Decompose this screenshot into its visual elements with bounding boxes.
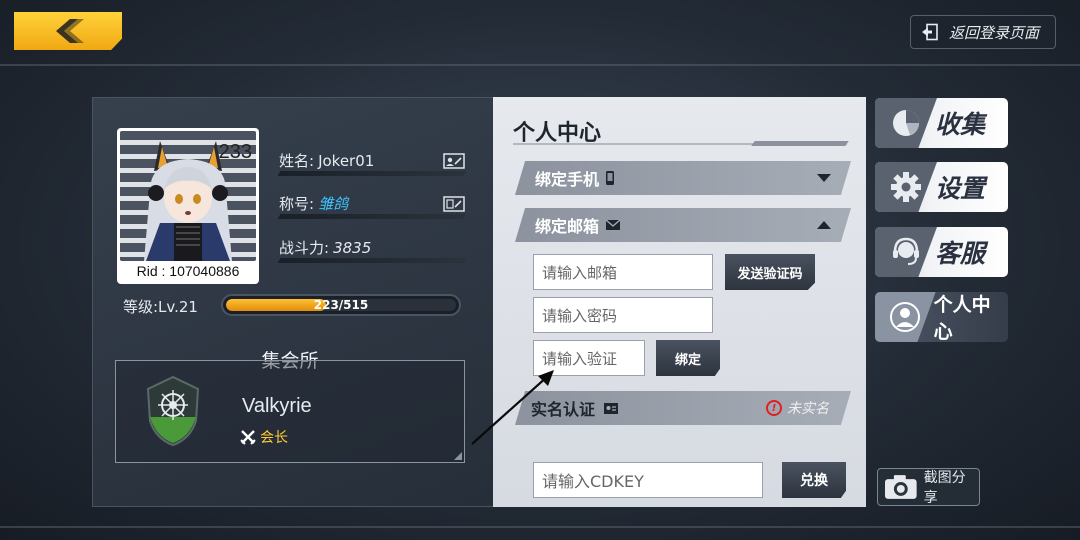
side-menu-collect[interactable]: 收集 bbox=[875, 98, 1008, 148]
avatar-image: 233 bbox=[120, 131, 256, 261]
name-underline bbox=[277, 171, 467, 176]
user-icon bbox=[890, 302, 921, 332]
guild-role: 会长 bbox=[240, 427, 288, 447]
corner-resize-icon bbox=[454, 452, 462, 460]
top-divider bbox=[0, 64, 1080, 66]
send-code-button[interactable]: 发送验证码 bbox=[725, 254, 815, 290]
bottom-divider bbox=[0, 526, 1080, 528]
title-row: 称号: 雏鸽 bbox=[279, 193, 465, 214]
return-login-label: 返回登录页面 bbox=[949, 23, 1040, 42]
level-label: 等级:Lv.21 bbox=[123, 298, 198, 316]
bind-email-label: 绑定邮箱 bbox=[535, 217, 600, 236]
name-value: Joker01 bbox=[318, 151, 375, 170]
rid-label: Rid : 107040886 bbox=[136, 263, 240, 279]
guild-emblem-icon bbox=[146, 375, 200, 447]
title-value: 雏鸽 bbox=[318, 195, 349, 213]
edit-name-icon[interactable] bbox=[443, 152, 465, 169]
title-underline bbox=[277, 214, 467, 219]
bind-email-section[interactable]: 绑定邮箱 bbox=[515, 208, 851, 242]
id-card-icon bbox=[604, 403, 619, 414]
name-label: 姓名: bbox=[279, 152, 315, 170]
chevron-up-icon bbox=[817, 221, 831, 229]
back-button[interactable] bbox=[14, 12, 122, 50]
pointer-arrow-icon bbox=[471, 370, 554, 445]
phone-icon bbox=[606, 171, 615, 185]
edit-title-icon[interactable] bbox=[443, 195, 465, 212]
power-label: 战斗力: bbox=[279, 239, 330, 257]
chevron-down-icon bbox=[817, 174, 831, 182]
title-divider-accent bbox=[751, 141, 849, 146]
side-menu-settings[interactable]: 设置 bbox=[875, 162, 1008, 212]
power-row: 战斗力: 3835 bbox=[279, 237, 465, 258]
side-menu-personal-center-label: 个人中心 bbox=[933, 294, 991, 343]
side-menu-personal-center[interactable]: 个人中心 bbox=[875, 292, 1008, 343]
cdkey-input[interactable]: 请输入CDKEY bbox=[533, 462, 763, 498]
realname-status: ! 未实名 bbox=[766, 398, 829, 418]
avatar: 233 Rid : 107040886 bbox=[117, 128, 259, 284]
power-underline bbox=[277, 258, 467, 263]
realname-status-label: 未实名 bbox=[787, 401, 829, 417]
side-menu-support-label: 客服 bbox=[935, 239, 986, 268]
bind-phone-label: 绑定手机 bbox=[535, 170, 600, 189]
bind-button[interactable]: 绑定 bbox=[656, 340, 720, 376]
gear-icon bbox=[891, 172, 921, 202]
name-row: 姓名: Joker01 bbox=[279, 150, 465, 171]
title-label: 称号: bbox=[279, 195, 315, 213]
email-input[interactable]: 请输入邮箱 bbox=[533, 254, 713, 290]
profile-panel: 233 Rid : 107040886 姓名: Joker01 称号: 雏鸽 战… bbox=[92, 97, 494, 507]
side-menu-collect-label: 收集 bbox=[935, 110, 986, 139]
chevron-left-icon bbox=[56, 19, 84, 43]
crossed-swords-icon bbox=[240, 430, 256, 445]
exp-progress-bar: 223/515 bbox=[221, 294, 461, 316]
exp-text: 223/515 bbox=[313, 299, 369, 311]
password-input[interactable]: 请输入密码 bbox=[533, 297, 713, 333]
guild-role-label: 会长 bbox=[260, 430, 288, 446]
redeem-button[interactable]: 兑换 bbox=[782, 462, 846, 498]
pie-chart-icon bbox=[893, 110, 919, 136]
return-login-button[interactable]: 返回登录页面 bbox=[910, 15, 1056, 49]
side-menu-settings-label: 设置 bbox=[935, 174, 986, 203]
camera-icon bbox=[884, 475, 917, 499]
screenshot-share-button[interactable]: 截图分享 bbox=[877, 468, 980, 506]
guild-card[interactable]: Valkyrie 会长 bbox=[115, 360, 465, 463]
bind-phone-section[interactable]: 绑定手机 bbox=[515, 161, 851, 195]
power-value: 3835 bbox=[333, 238, 372, 257]
guild-name: Valkyrie bbox=[242, 395, 312, 417]
logout-icon bbox=[922, 23, 938, 41]
headset-icon bbox=[893, 237, 919, 265]
character-portrait-icon bbox=[144, 141, 232, 261]
mail-icon bbox=[605, 219, 621, 230]
side-menu-support[interactable]: 客服 bbox=[875, 227, 1008, 277]
warning-icon: ! bbox=[766, 400, 782, 416]
screenshot-share-label: 截图分享 bbox=[923, 470, 966, 506]
